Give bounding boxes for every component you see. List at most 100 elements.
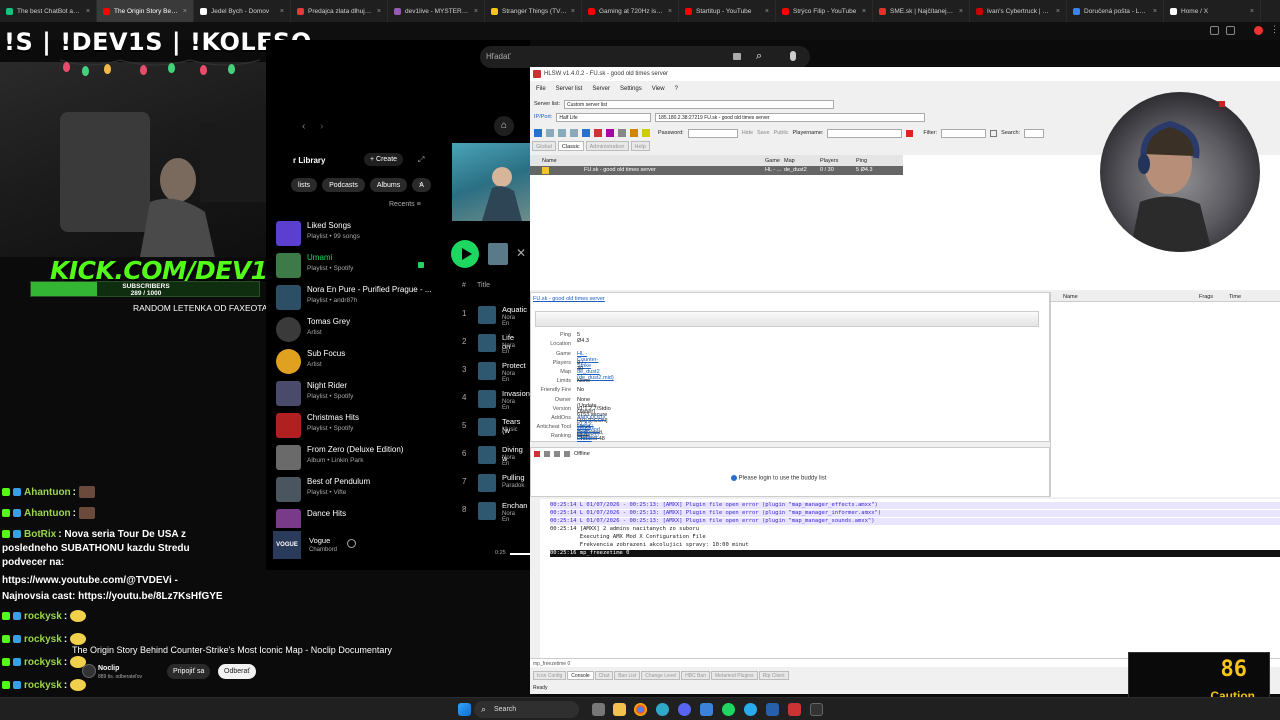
bottom-tab[interactable]: HBC Ban xyxy=(681,671,710,680)
browser-tab[interactable]: Strýco Filip - YouTube × xyxy=(776,0,873,22)
playername-input[interactable] xyxy=(827,128,903,138)
track-artist[interactable]: Nora En xyxy=(502,399,515,411)
home-icon[interactable]: ⌂ xyxy=(494,116,514,136)
extension-icon[interactable] xyxy=(1226,26,1235,35)
now-playing-artist[interactable]: Chambord xyxy=(309,547,337,553)
playback-progress[interactable] xyxy=(510,553,530,555)
browser-tab[interactable]: SME.sk | Najčítanejšie s... × xyxy=(873,0,970,22)
notepad-icon[interactable] xyxy=(700,703,713,716)
playlist-thumb-icon[interactable] xyxy=(488,243,508,265)
webcam-close-icon[interactable] xyxy=(1219,101,1225,107)
menu-item[interactable]: Server xyxy=(592,86,610,92)
browser-tab[interactable]: Ivan's Cybertruck | Tesla × xyxy=(970,0,1067,22)
browser-tab[interactable]: The best ChatBot and ... × xyxy=(0,0,97,22)
tab-close-icon[interactable]: × xyxy=(571,8,575,15)
bottom-tab[interactable]: Metamod Plugins xyxy=(711,671,758,680)
bottom-tab[interactable]: Rtp Client xyxy=(758,671,789,680)
menu-item[interactable]: Settings xyxy=(620,86,642,92)
tab-close-icon[interactable]: × xyxy=(86,8,90,15)
channel-name[interactable]: Noclip xyxy=(98,665,119,672)
tab-close-icon[interactable]: × xyxy=(1250,8,1254,15)
buddy-status-icon[interactable] xyxy=(564,451,570,457)
track-title[interactable]: Aquatic xyxy=(502,305,527,314)
game-select[interactable]: Half Life xyxy=(556,112,652,122)
filter-chip[interactable]: Podcasts xyxy=(322,178,365,192)
subscribe-button[interactable]: Odberať xyxy=(218,664,256,679)
filter-chip[interactable]: lists xyxy=(291,178,318,192)
ip-port-input[interactable]: 185.180.2.38:27219 FU.sk - good old time… xyxy=(655,112,926,122)
create-button[interactable]: + Create xyxy=(364,153,404,166)
track-title[interactable]: Protect xyxy=(502,361,526,370)
browser-tab[interactable]: Jedel Bych - Domov × xyxy=(194,0,291,22)
chat-username[interactable]: rockysk xyxy=(24,680,62,691)
menu-item[interactable]: ? xyxy=(675,86,678,92)
chat-username[interactable]: Ahantuon xyxy=(24,487,71,498)
buddy-add-icon[interactable] xyxy=(534,451,540,457)
hlsw-taskbar-icon[interactable] xyxy=(788,703,801,716)
telegram-icon[interactable] xyxy=(744,703,757,716)
browser-tab[interactable]: Doručená pošta - Lazo... × xyxy=(1067,0,1164,22)
filters-next-icon[interactable]: › xyxy=(419,179,422,189)
spotify-icon[interactable] xyxy=(722,703,735,716)
filter-apply-icon[interactable] xyxy=(990,129,998,137)
tab-close-icon[interactable]: × xyxy=(1153,8,1157,15)
menu-item[interactable]: Server list xyxy=(556,86,583,92)
microphone-icon[interactable] xyxy=(790,51,796,61)
library-item[interactable]: Umami Playlist • Spotify xyxy=(276,251,436,279)
column-header[interactable]: Players xyxy=(820,158,838,164)
password-input[interactable] xyxy=(687,128,738,138)
track-title[interactable]: Enchan xyxy=(502,501,527,510)
column-header[interactable]: Ping xyxy=(856,158,867,164)
now-playing-title[interactable]: Vogue xyxy=(309,536,330,545)
browser-tab[interactable]: dev1live - MYSTERYBO... × xyxy=(388,0,485,22)
view-tab[interactable]: Help xyxy=(630,141,650,151)
delete-icon[interactable] xyxy=(594,129,602,137)
filter-chip[interactable]: Albums xyxy=(369,178,408,192)
column-header[interactable]: Map xyxy=(784,158,795,164)
browser-tab[interactable]: Predajca zlata dlhuje d... × xyxy=(291,0,388,22)
teamspeak-icon[interactable] xyxy=(766,703,779,716)
chat-username[interactable]: Ahantuon xyxy=(24,508,71,519)
library-item[interactable]: Best of Pendulum Playlist • Vifte xyxy=(276,475,436,503)
tab-close-icon[interactable]: × xyxy=(377,8,381,15)
column-header[interactable]: Name xyxy=(542,158,557,164)
shuffle-icon[interactable]: ✕ xyxy=(516,246,526,260)
browser-tab[interactable]: Stranger Things (TV Se... × xyxy=(485,0,582,22)
track-artist[interactable]: Music xyxy=(502,427,518,433)
player-column-header[interactable]: Name xyxy=(1063,294,1078,300)
browser-tab[interactable]: Gaming at 720Hz is insa... × xyxy=(582,0,679,22)
filter-input[interactable] xyxy=(941,128,987,138)
column-header[interactable]: Game xyxy=(765,158,780,164)
search-icon[interactable]: ⌕ xyxy=(756,50,762,63)
tab-close-icon[interactable]: × xyxy=(474,8,478,15)
buddy-status[interactable]: Offline xyxy=(574,451,590,457)
track-artist[interactable]: Nora En xyxy=(502,511,515,523)
chat-username[interactable]: rockysk xyxy=(24,611,62,622)
expand-icon[interactable]: ⤢ xyxy=(418,155,424,165)
track-title[interactable]: Invasion xyxy=(502,389,530,398)
server-info-link[interactable]: FU.sk - good old times server xyxy=(533,296,605,302)
library-item[interactable]: Liked Songs Playlist • 99 songs xyxy=(276,219,436,247)
task-view-icon[interactable] xyxy=(592,703,605,716)
profile-icon[interactable] xyxy=(1254,26,1263,35)
terminal-icon[interactable] xyxy=(810,703,823,716)
clear-icon[interactable] xyxy=(906,129,914,137)
library-item[interactable]: Sub Focus Artist xyxy=(276,347,436,375)
player-column-header[interactable]: Time xyxy=(1229,294,1241,300)
tab-close-icon[interactable]: × xyxy=(668,8,672,15)
edge-icon[interactable] xyxy=(656,703,669,716)
tab-close-icon[interactable]: × xyxy=(765,8,769,15)
tab-close-icon[interactable]: × xyxy=(183,8,187,15)
browser-tab[interactable]: The Origin Story Behind ... × xyxy=(97,0,194,22)
menu-item[interactable]: File xyxy=(536,86,546,92)
recents-sort[interactable]: Recents ≡ xyxy=(389,201,421,208)
library-item[interactable]: Christmas Hits Playlist • Spotify xyxy=(276,411,436,439)
chat-username[interactable]: rockysk xyxy=(24,657,62,668)
chat-username[interactable]: rockysk xyxy=(24,634,62,645)
bottom-tab[interactable]: Change Level xyxy=(641,671,681,680)
taskbar-search[interactable]: ⌕ Search xyxy=(474,701,579,718)
track-artist[interactable]: Nora En xyxy=(502,315,515,327)
player-column-header[interactable]: Frags xyxy=(1199,294,1213,300)
track-artist[interactable]: Paradok xyxy=(502,483,524,489)
track-artist[interactable]: Nora En xyxy=(502,343,515,355)
